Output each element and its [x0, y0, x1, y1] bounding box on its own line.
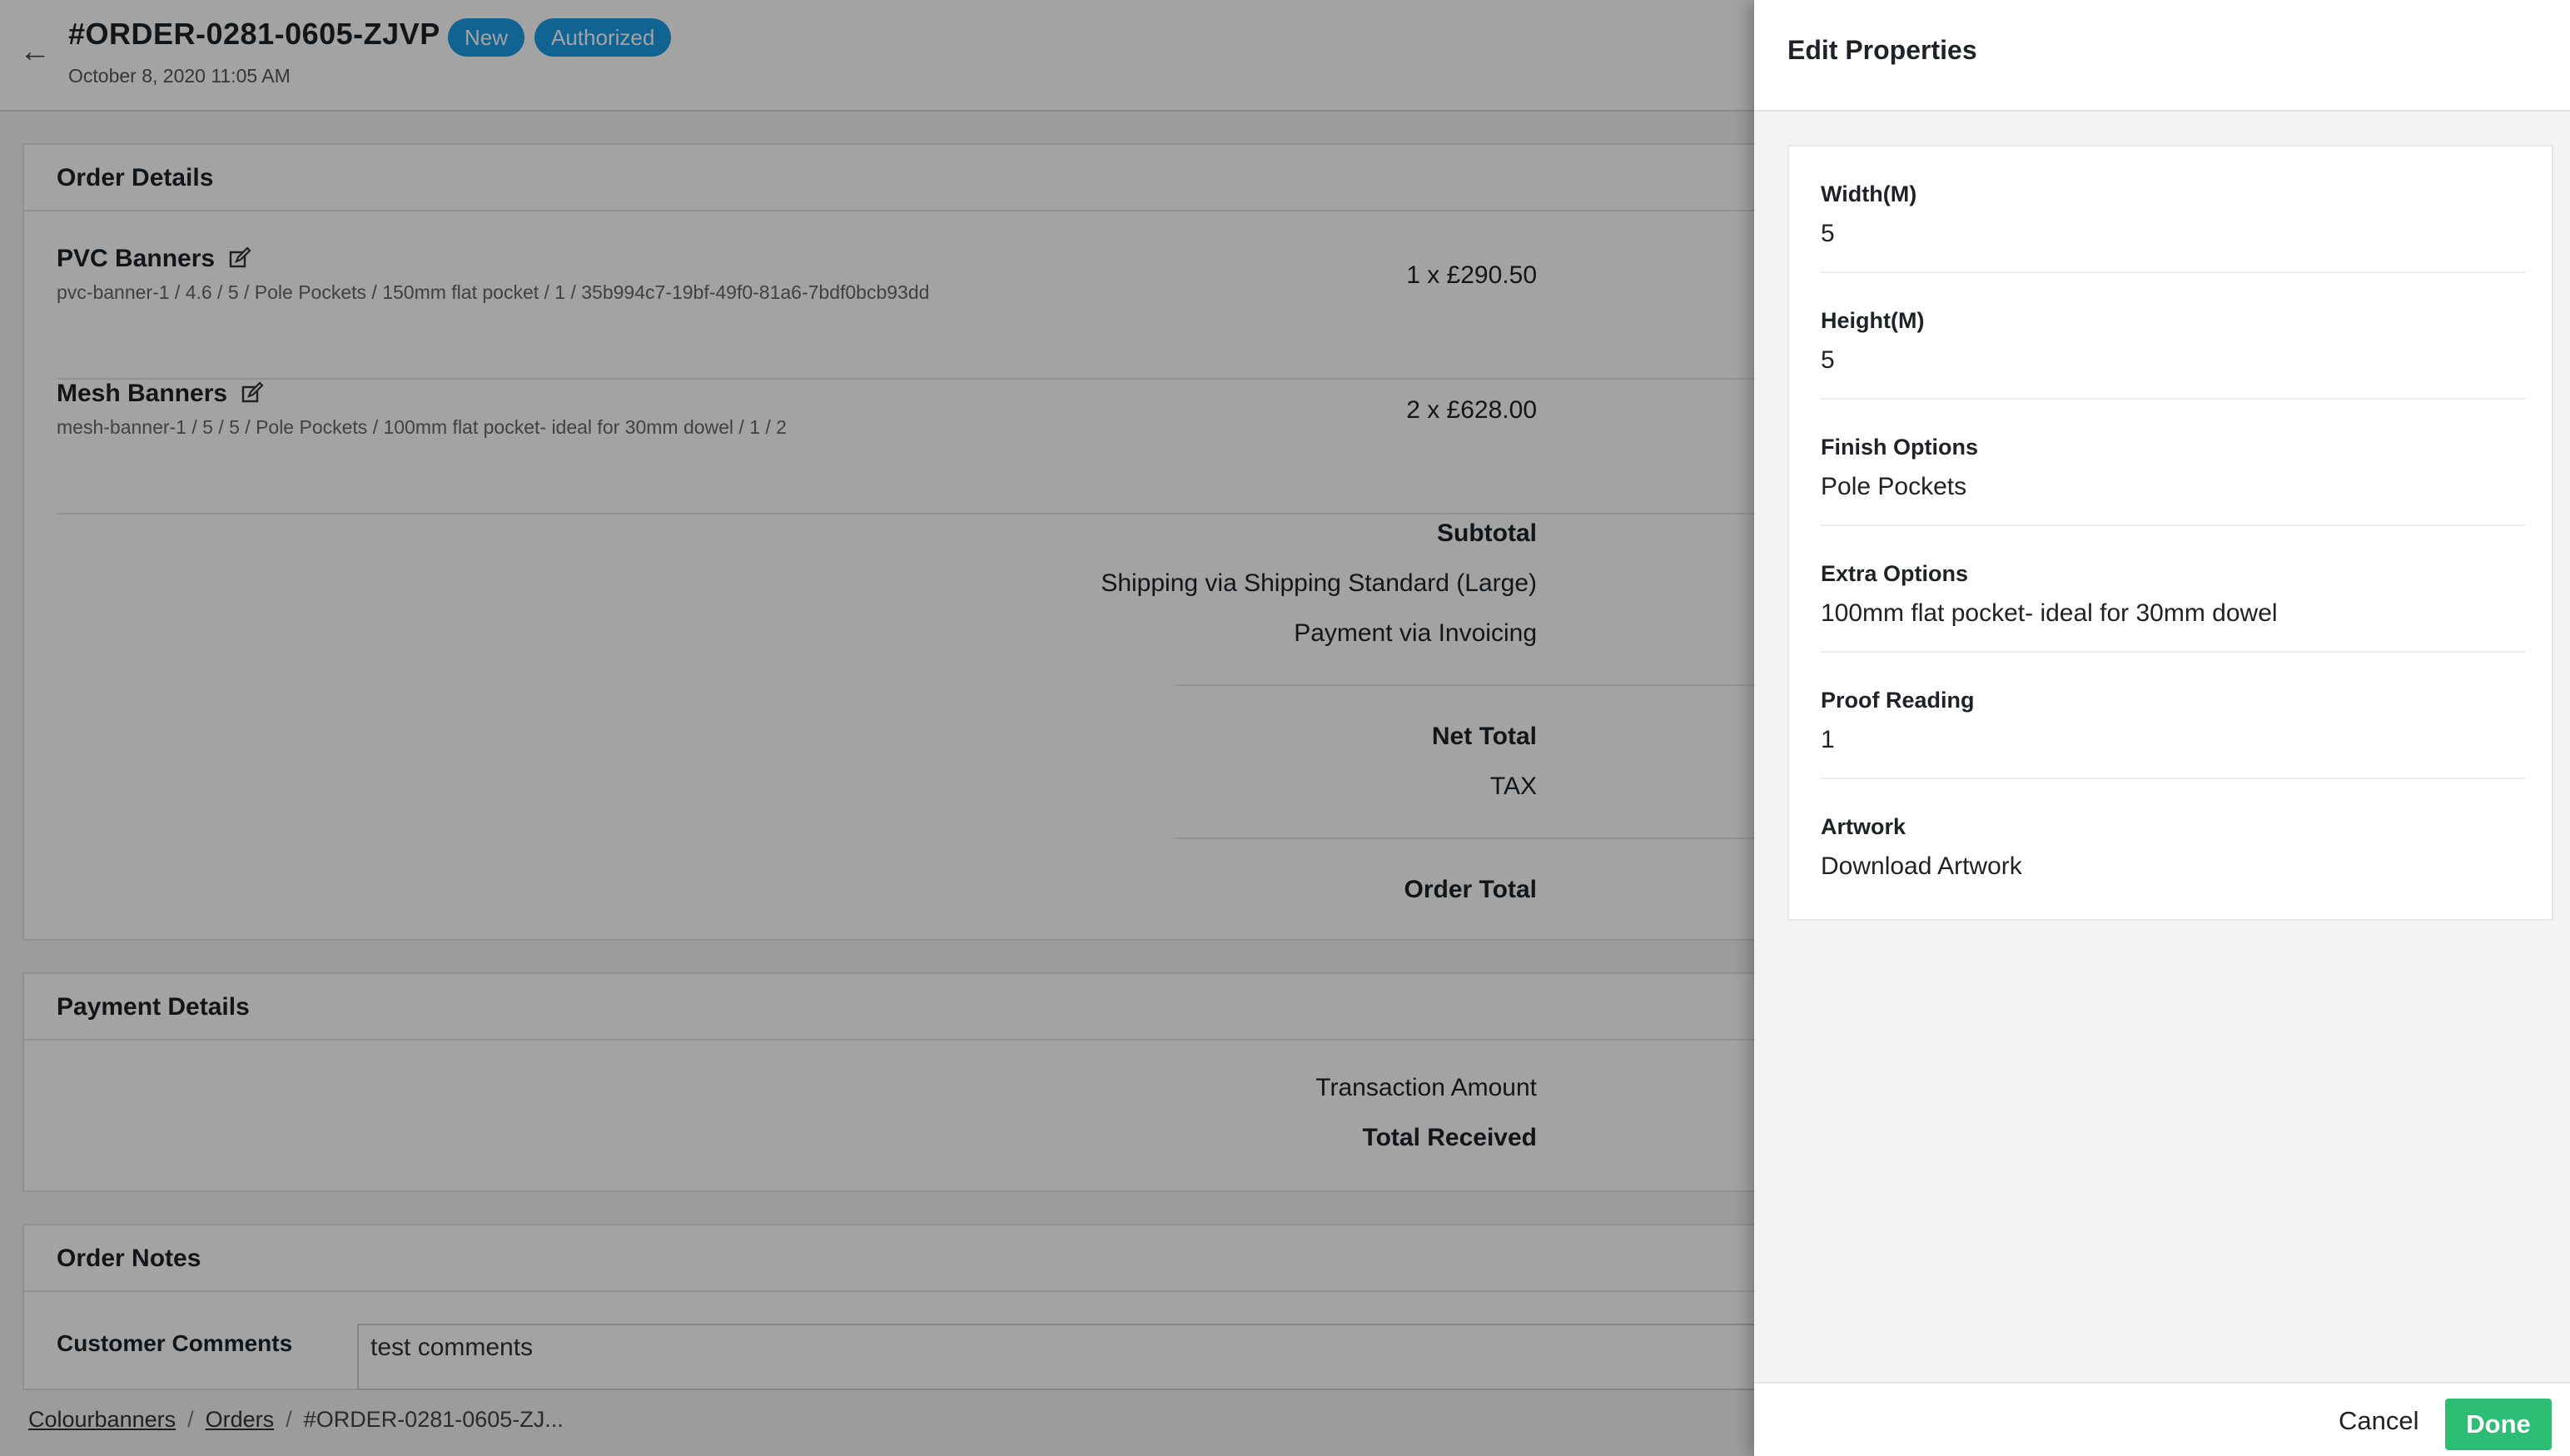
property-value: 5: [1821, 346, 1835, 374]
edit-properties-panel: Edit Properties Width(M) 5 Height(M) 5 F…: [1754, 0, 2570, 1456]
property-value: 5: [1821, 220, 1835, 247]
property-label: Height(M): [1821, 308, 1925, 333]
panel-footer: Cancel Done: [1754, 1382, 2570, 1456]
done-button[interactable]: Done: [2445, 1399, 2552, 1450]
property-label: Extra Options: [1821, 561, 1969, 586]
property-label: Finish Options: [1821, 435, 1978, 460]
property-value: 100mm flat pocket- ideal for 30mm dowel: [1821, 599, 2278, 627]
property-value: Pole Pockets: [1821, 473, 1967, 500]
properties-card: Width(M) 5 Height(M) 5 Finish Options Po…: [1787, 145, 2553, 921]
property-artwork: Artwork Download Artwork: [1821, 779, 2525, 906]
property-label: Proof Reading: [1821, 688, 1975, 713]
property-value: 1: [1821, 726, 1835, 753]
property-label: Artwork: [1821, 814, 1906, 839]
property-extra-options: Extra Options 100mm flat pocket- ideal f…: [1821, 526, 2525, 653]
download-artwork-link[interactable]: Download Artwork: [1821, 852, 2022, 881]
cancel-button[interactable]: Cancel: [2324, 1395, 2434, 1447]
panel-title: Edit Properties: [1787, 35, 1977, 65]
panel-header: Edit Properties: [1754, 0, 2570, 112]
property-height: Height(M) 5: [1821, 273, 2525, 400]
property-proof-reading: Proof Reading 1: [1821, 653, 2525, 779]
modal-backdrop[interactable]: [0, 0, 1754, 1456]
property-label: Width(M): [1821, 181, 1917, 206]
property-finish-options: Finish Options Pole Pockets: [1821, 400, 2525, 526]
property-width: Width(M) 5: [1821, 147, 2525, 273]
